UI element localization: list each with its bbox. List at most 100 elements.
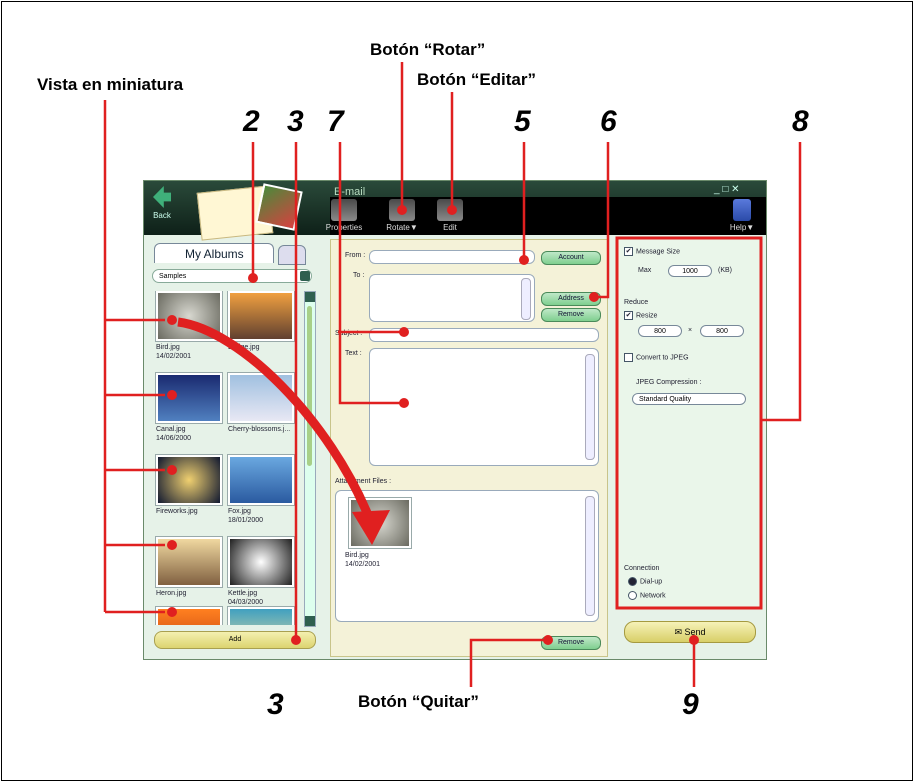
from-label: From : [345,252,366,259]
edit-icon [437,199,463,221]
from-field[interactable] [369,250,535,264]
quality-select[interactable]: Standard Quality [632,393,746,405]
times-label: × [688,327,693,334]
to-scrollbar[interactable] [521,278,531,320]
callout-number-2: 2 [243,105,260,138]
window-controls[interactable]: _ □ ✕ [714,184,740,195]
thumbnail-item[interactable]: Cherry-blossoms.j... [228,373,296,434]
text-scrollbar[interactable] [585,354,595,460]
rotate-icon [389,199,415,221]
mail-icon: ✉ [674,627,685,637]
subject-field[interactable] [369,328,599,342]
attachment-scrollbar[interactable] [585,496,595,616]
tab-secondary[interactable] [278,245,306,265]
connection-label: Connection [624,565,660,572]
thumbnail-item[interactable]: Heron.jpg [156,537,224,598]
network-radio[interactable]: Network [628,591,666,600]
thumbnail-item[interactable] [156,607,224,625]
scroll-thumb[interactable] [307,306,312,466]
send-button[interactable]: ✉ Send [624,621,756,643]
kb-label: (KB) [718,267,732,274]
thumbnail-image [156,537,222,587]
thumbnail-item[interactable]: Fox.jpg 18/01/2000 [228,455,296,525]
thumbnail-item[interactable] [228,607,296,625]
thumbnail-image [156,291,222,341]
thumbnail-item[interactable]: Canal.jpg 14/06/2000 [156,373,224,443]
account-button[interactable]: Account [541,251,601,265]
album-select[interactable]: Samples [152,269,312,283]
text-label: Text : [345,350,362,357]
properties-icon [331,199,357,221]
scroll-up-icon[interactable] [305,292,315,302]
height-input[interactable]: 800 [700,325,744,337]
callout-edit-button: Botón “Editar” [417,70,536,89]
options-panel: ✔ Message Size Max 1000 (KB) Reduce ✔ Resi… [618,239,762,607]
thumbnail-item[interactable]: Bridge.jpg [228,291,296,352]
reduce-label: Reduce [624,299,649,306]
width-input[interactable]: 800 [638,325,682,337]
callout-number-3-top: 3 [287,105,304,138]
callout-number-3-bottom: 3 [267,688,284,721]
address-button[interactable]: Address [541,292,601,306]
callout-number-6: 6 [600,105,617,138]
thumbnail-item[interactable]: Fireworks.jpg [156,455,224,516]
email-window: Back E-mail _ □ ✕ Properties Rotate▼ Edi… [143,180,767,660]
thumbnail-image [228,291,294,341]
thumbnail-item[interactable]: Bird.jpg 14/02/2001 [156,291,224,361]
attached-thumbnail[interactable] [349,498,411,548]
help-button[interactable]: Help▼ [722,199,762,232]
scroll-down-icon[interactable] [305,616,315,626]
radio-selected-icon [628,577,637,586]
checkmark-icon: ✔ [624,311,633,320]
chevron-down-icon[interactable] [300,271,310,281]
checkmark-icon: ✔ [624,247,633,256]
back-arrow-icon [153,186,171,208]
attached-file-date: 14/02/2001 [345,561,381,568]
properties-button[interactable]: Properties [324,199,364,232]
thumbnail-item[interactable]: Kettle.jpg 04/03/2000 [228,537,296,607]
to-label: To : [353,272,365,279]
attached-file-name: Bird.jpg [345,552,369,559]
callout-number-8: 8 [792,105,809,138]
subject-label: Subject : [335,330,363,337]
attachment-label: Attachment Files : [335,478,392,485]
callout-remove-button: Botón “Quitar” [358,692,479,711]
thumbnail-image [228,537,294,587]
rotate-button[interactable]: Rotate▼ [382,199,422,232]
convert-jpeg-checkbox[interactable]: Convert to JPEG [624,353,689,362]
remove-recipient-button[interactable]: Remove [541,308,601,322]
edit-button[interactable]: Edit [430,199,470,232]
window-title: E-mail [334,186,366,198]
to-field[interactable] [369,274,535,322]
tab-my-albums[interactable]: My Albums [154,243,274,263]
thumbnail-image [228,607,294,625]
thumbnail-image [156,455,222,505]
thumbnail-image [156,607,222,625]
message-size-checkbox[interactable]: ✔ Message Size [624,247,680,256]
title-bar: Back E-mail _ □ ✕ Properties Rotate▼ Edi… [144,181,766,241]
jpeg-compression-label: JPEG Compression : [636,379,702,386]
album-panel: My Albums Samples Bird.jpg 14/02/2001 Bri… [148,239,318,657]
radio-icon [628,591,637,600]
max-label: Max [638,267,652,274]
thumbnail-image [228,455,294,505]
max-size-input[interactable]: 1000 [668,265,712,277]
thumbnail-image [156,373,222,423]
callout-number-7: 7 [327,105,344,138]
album-photo-image [255,183,303,231]
thumbnail-scrollbar[interactable] [304,291,316,627]
thumbnail-view: Bird.jpg 14/02/2001 Bridge.jpg Canal.jpg 1… [154,291,298,625]
back-button[interactable]: Back [148,186,176,230]
callout-number-9: 9 [682,688,699,721]
add-button[interactable]: Add [154,631,316,649]
dialup-radio[interactable]: Dial-up [628,577,662,586]
text-field[interactable] [369,348,599,466]
checkbox-icon [624,353,633,362]
callout-rotate-button: Botón “Rotar” [370,40,486,59]
message-panel: From : Account To : Address Remove Subje… [330,239,608,657]
thumbnail-image [228,373,294,423]
callout-thumbnail-view: Vista en miniatura [37,75,184,94]
callout-number-5: 5 [514,105,531,138]
remove-attachment-button[interactable]: Remove [541,636,601,650]
resize-checkbox[interactable]: ✔ Resize [624,311,657,320]
